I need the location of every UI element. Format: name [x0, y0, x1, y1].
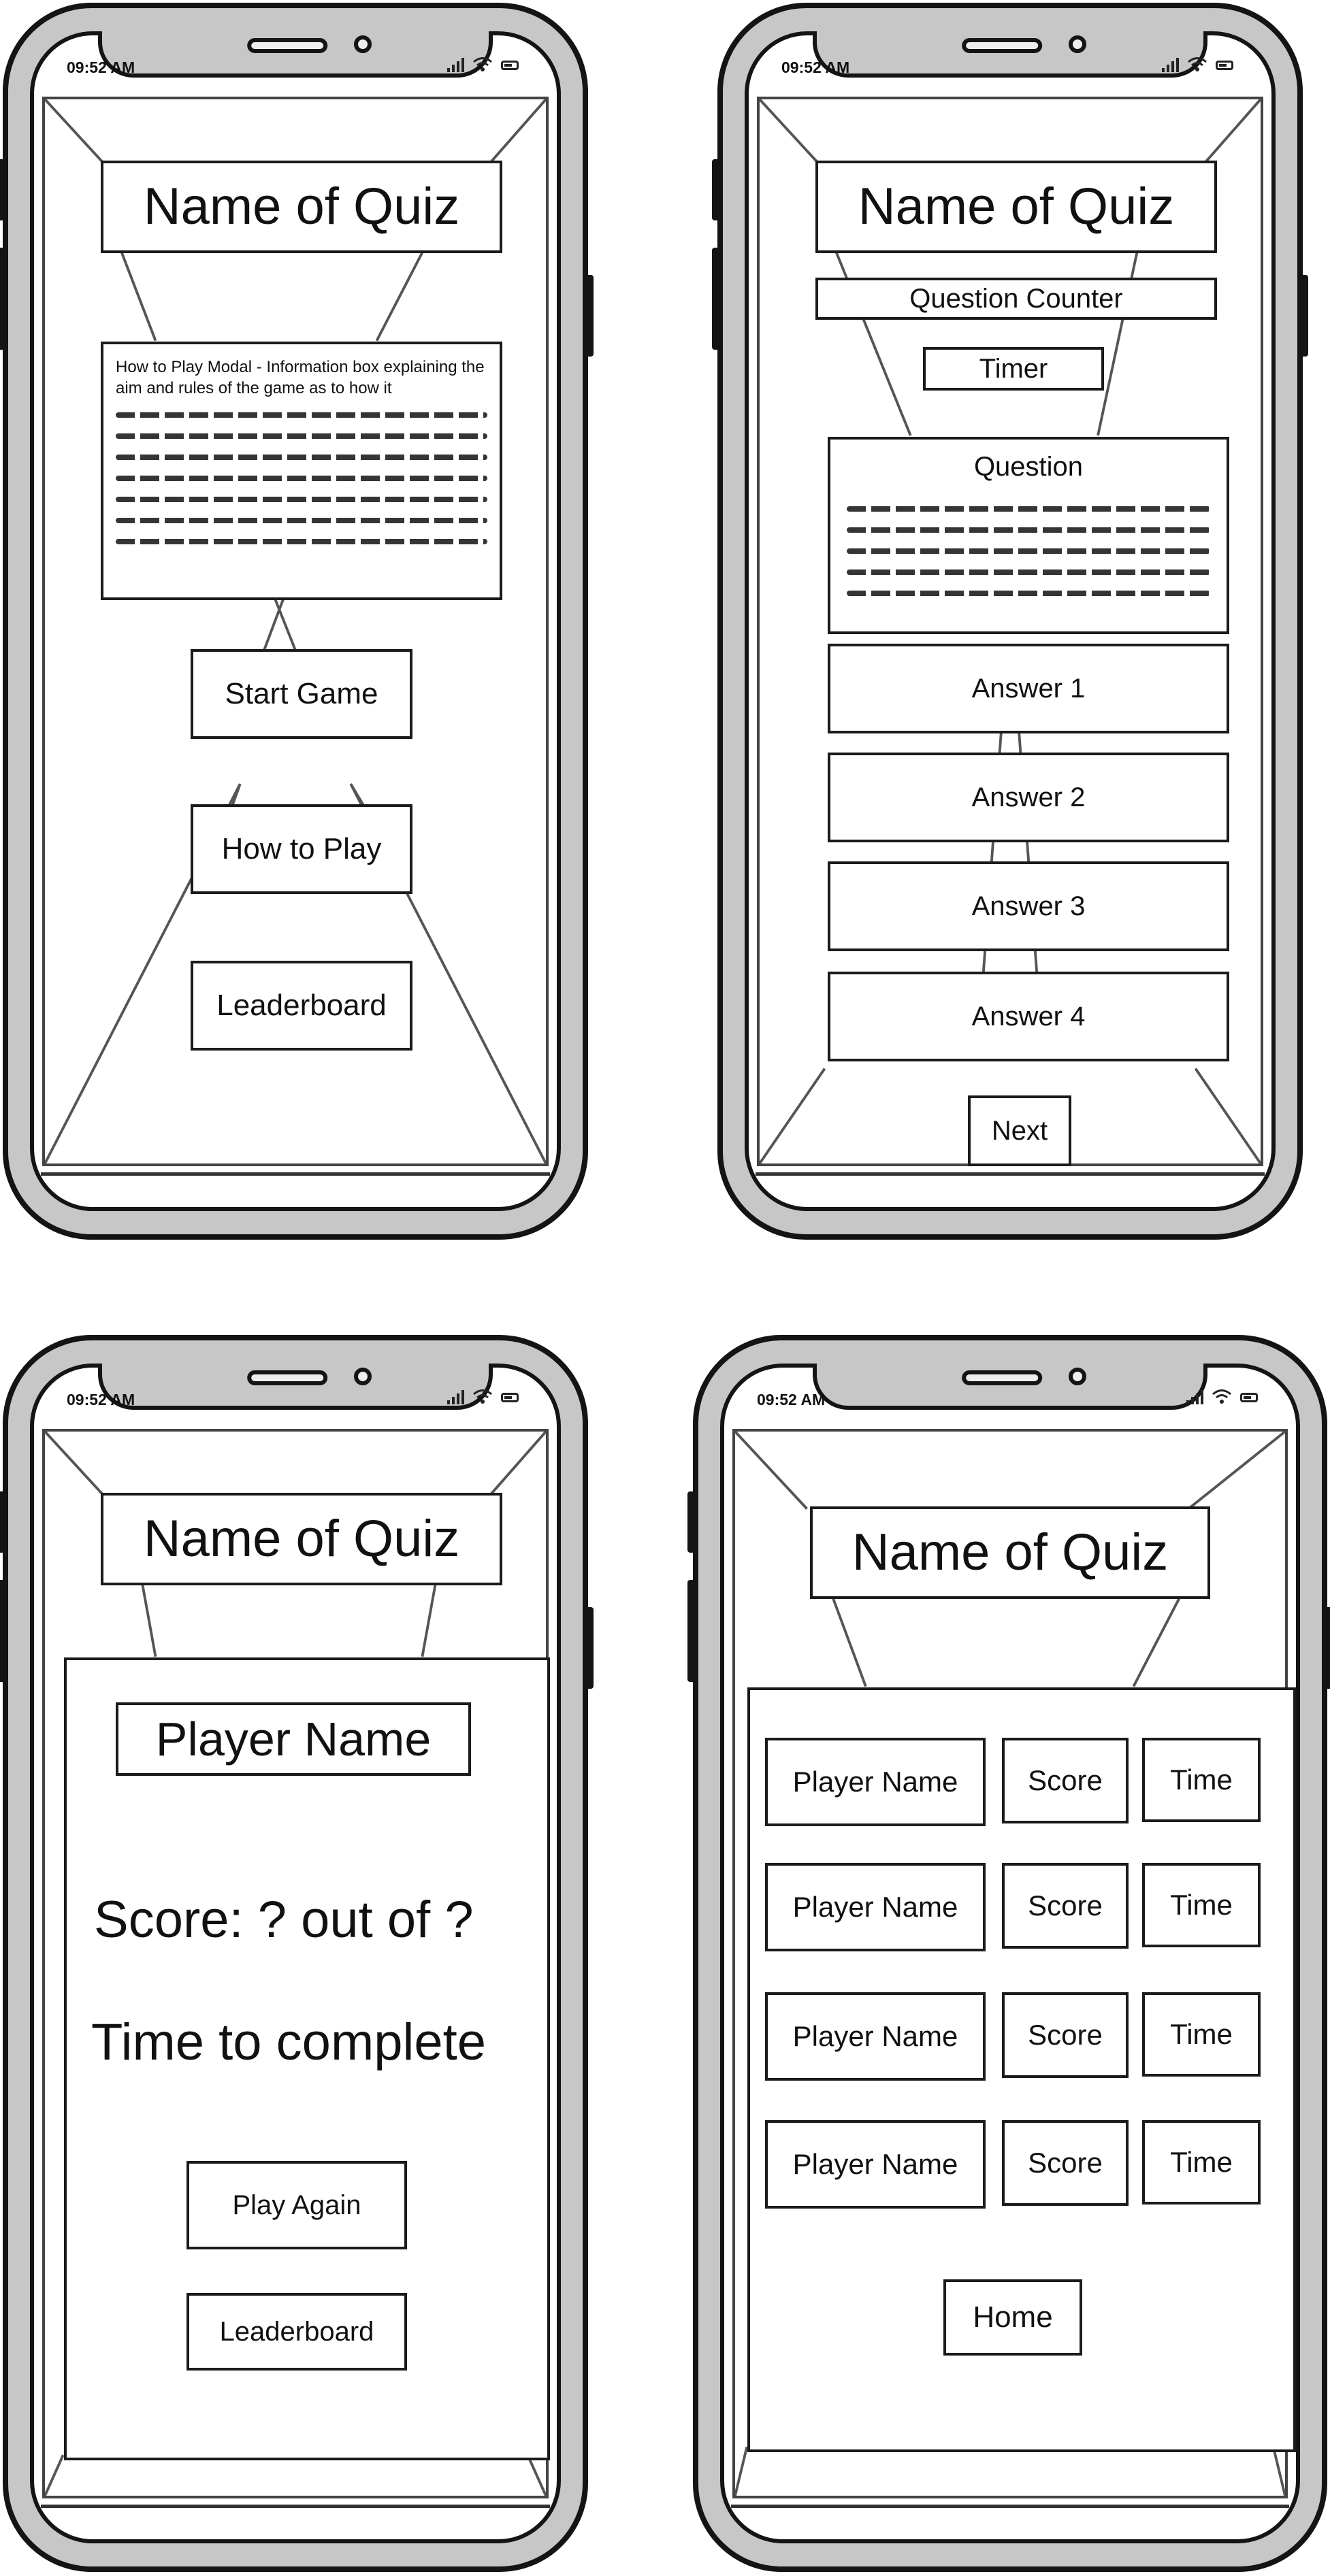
leaderboard-button[interactable]: Leaderboard: [186, 2293, 407, 2371]
leaderboard-score: Score: [1002, 2120, 1129, 2206]
status-icons: [1162, 56, 1233, 72]
leaderboard-player-name: Player Name: [765, 1863, 986, 1951]
battery-icon: [501, 1393, 519, 1402]
wifi-icon: [1212, 1389, 1231, 1404]
speaker: [247, 1370, 328, 1385]
phone-result-screen: 09:52 AM Name of Quiz Player Name Score:…: [0, 1335, 594, 2572]
answer-4-button[interactable]: Answer 4: [828, 972, 1229, 1061]
battery-icon: [501, 61, 519, 70]
leaderboard-time: Time: [1142, 1863, 1261, 1947]
camera-icon: [354, 1368, 372, 1385]
answer-3-button[interactable]: Answer 3: [828, 861, 1229, 951]
status-time: 09:52 AM: [67, 1391, 135, 1408]
status-icons: [447, 56, 519, 72]
modal-placeholder-text: [116, 412, 487, 560]
question-label: Question: [973, 452, 1084, 482]
leaderboard-player-name: Player Name: [765, 1738, 986, 1826]
speaker: [962, 1370, 1043, 1385]
content-frame: Name of Quiz Player Name Score: ? out of…: [42, 1429, 550, 2498]
leaderboard-player-name: Player Name: [765, 2120, 986, 2209]
wifi-icon: [1188, 57, 1207, 71]
screen: 09:52 AM Name of Quiz How to Play Modal: [30, 31, 561, 1211]
wifi-icon: [473, 1389, 492, 1404]
leaderboard-score: Score: [1002, 1863, 1129, 1949]
quiz-title: Name of Quiz: [810, 1506, 1210, 1599]
screen: 09:52 AM Name of Quiz Question Counter T…: [745, 31, 1276, 1211]
answer-2-button[interactable]: Answer 2: [828, 753, 1229, 842]
phone-quiz-screen: 09:52 AM Name of Quiz Question Counter T…: [712, 3, 1308, 1240]
status-icons: [447, 1388, 519, 1404]
phone-leaderboard-screen: 09:52 AM Name of Quiz Player Name Score …: [687, 1335, 1330, 2572]
camera-icon: [354, 35, 372, 53]
next-button[interactable]: Next: [968, 1095, 1071, 1166]
leaderboard-button[interactable]: Leaderboard: [191, 961, 412, 1051]
screen: 09:52 AM Name of Quiz Player Name Score:…: [30, 1364, 561, 2543]
content-frame: Name of Quiz How to Play Modal - Informa…: [42, 97, 549, 1166]
camera-icon: [1069, 35, 1086, 53]
score-text: Score: ? out of ?: [94, 1891, 474, 1949]
quiz-title: Name of Quiz: [101, 161, 502, 253]
leaderboard-player-name: Player Name: [765, 1992, 986, 2081]
question-counter: Question Counter: [815, 278, 1217, 320]
home-indicator: [41, 1172, 550, 1176]
wifi-icon: [473, 57, 492, 71]
content-frame: Name of Quiz Player Name Score Time Play…: [732, 1429, 1296, 2498]
leaderboard-time: Time: [1142, 1992, 1261, 2077]
content-frame: Name of Quiz Question Counter Timer Ques…: [757, 97, 1263, 1166]
quiz-title: Name of Quiz: [815, 161, 1217, 253]
modal-title: How to Play Modal - Information box expl…: [116, 358, 485, 398]
leaderboard-score: Score: [1002, 1738, 1129, 1823]
status-time: 09:52 AM: [781, 59, 850, 76]
play-again-button[interactable]: Play Again: [186, 2161, 407, 2249]
timer: Timer: [923, 347, 1104, 391]
speaker: [962, 38, 1043, 53]
status-time: 09:52 AM: [757, 1391, 826, 1408]
home-indicator: [731, 2505, 1289, 2508]
answer-1-button[interactable]: Answer 1: [828, 644, 1229, 733]
leaderboard-panel: Player Name Score Time Player Name Score…: [747, 1687, 1296, 2452]
signal-icon: [447, 57, 464, 72]
leaderboard-time: Time: [1142, 1738, 1261, 1822]
question-box: Question: [828, 437, 1229, 634]
camera-icon: [1069, 1368, 1086, 1385]
battery-icon: [1216, 61, 1233, 70]
home-indicator: [41, 2505, 550, 2508]
status-time: 09:52 AM: [67, 59, 135, 76]
quiz-title: Name of Quiz: [101, 1493, 502, 1585]
question-placeholder-text: [847, 506, 1210, 612]
signal-icon: [447, 1389, 464, 1404]
result-panel: Player Name Score: ? out of ? Time to co…: [64, 1657, 550, 2460]
signal-icon: [1186, 1389, 1203, 1404]
signal-icon: [1162, 57, 1179, 72]
phone-home-screen: 09:52 AM Name of Quiz How to Play Modal: [0, 3, 594, 1240]
status-icons: [1186, 1388, 1258, 1404]
home-button[interactable]: Home: [943, 2279, 1082, 2356]
start-game-button[interactable]: Start Game: [191, 649, 412, 739]
how-to-play-button[interactable]: How to Play: [191, 804, 412, 894]
battery-icon: [1240, 1393, 1258, 1402]
player-name-field: Player Name: [116, 1702, 471, 1776]
home-indicator: [756, 1172, 1265, 1176]
leaderboard-time: Time: [1142, 2120, 1261, 2205]
speaker: [247, 38, 328, 53]
time-to-complete-text: Time to complete: [91, 2013, 487, 2071]
how-to-play-modal: How to Play Modal - Information box expl…: [101, 342, 502, 600]
screen: 09:52 AM Name of Quiz Player Name Score …: [720, 1364, 1300, 2543]
leaderboard-score: Score: [1002, 1992, 1129, 2078]
